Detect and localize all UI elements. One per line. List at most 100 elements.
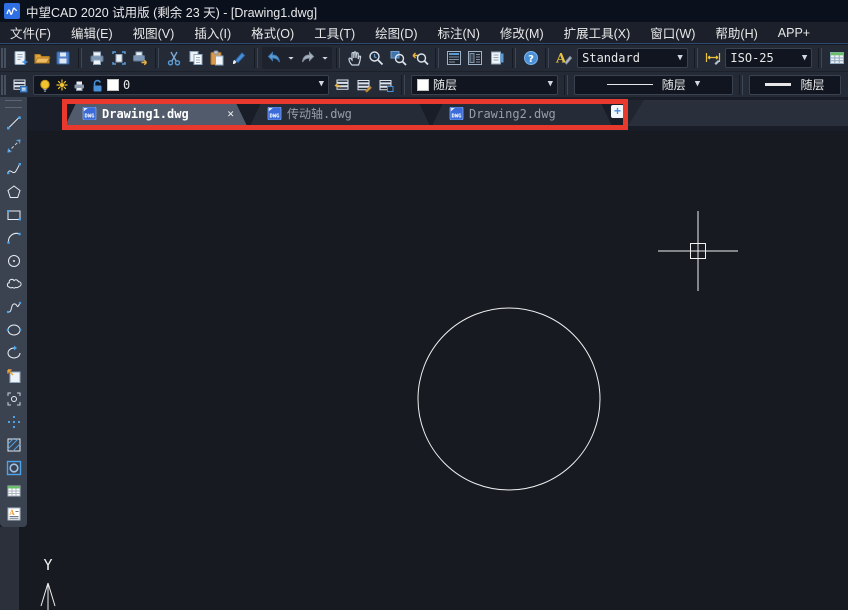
- polygon-tool-button[interactable]: [2, 180, 26, 203]
- lineweight-combo[interactable]: 随层: [749, 75, 841, 95]
- document-tab-drawing1-dwg[interactable]: DWGDrawing1.dwg✕: [65, 101, 247, 126]
- menu-item-help[interactable]: 帮助(H): [705, 22, 767, 43]
- line-tool-button[interactable]: [2, 111, 26, 134]
- print-button[interactable]: [86, 47, 108, 69]
- close-icon[interactable]: ✕: [224, 107, 237, 120]
- help-button[interactable]: ?: [520, 47, 542, 69]
- menu-item-dimension[interactable]: 标注(N): [428, 22, 490, 43]
- toolbar-separator: [155, 48, 159, 68]
- layer-unlock-icon[interactable]: [89, 78, 103, 92]
- title-bar: 中望CAD 2020 试用版 (剩余 23 天) - [Drawing1.dwg…: [0, 0, 848, 22]
- toolbar-separator: [401, 75, 405, 95]
- drawing-canvas[interactable]: Y: [0, 131, 848, 610]
- menu-item-window[interactable]: 窗口(W): [640, 22, 705, 43]
- layer-previous-button[interactable]: [331, 74, 353, 96]
- toolbar-grip[interactable]: [1, 75, 6, 95]
- menu-item-format[interactable]: 格式(O): [241, 22, 304, 43]
- design-center-button[interactable]: [464, 47, 486, 69]
- new-tab-button[interactable]: +: [611, 105, 624, 118]
- tab-label: 传动轴.dwg: [287, 105, 352, 122]
- menu-item-express[interactable]: 扩展工具(X): [554, 22, 641, 43]
- menu-item-draw[interactable]: 绘图(D): [365, 22, 427, 43]
- arc-icon: [5, 229, 23, 247]
- zoom-realtime-button[interactable]: [366, 47, 388, 69]
- rectangle-tool-button[interactable]: [2, 203, 26, 226]
- menu-item-file[interactable]: 文件(F): [0, 22, 61, 43]
- undo-icon: [265, 49, 283, 67]
- zoom-window-button[interactable]: [387, 47, 409, 69]
- insert-block-icon: [5, 367, 23, 385]
- text-style-button[interactable]: A: [553, 47, 575, 69]
- tool-palettes-button[interactable]: [486, 47, 508, 69]
- menu-bar: 文件(F)编辑(E)视图(V)插入(I)格式(O)工具(T)绘图(D)标注(N)…: [0, 22, 848, 44]
- palette-grip[interactable]: [5, 100, 22, 108]
- table-style-button[interactable]: [826, 47, 848, 69]
- make-block-tool-button[interactable]: [2, 387, 26, 410]
- dim-style-button[interactable]: [702, 47, 724, 69]
- save-file-button[interactable]: [52, 47, 74, 69]
- zoom-previous-button[interactable]: [409, 47, 431, 69]
- menu-item-app-plus[interactable]: APP+: [768, 22, 820, 43]
- help-icon: ?: [522, 49, 540, 67]
- svg-text:?: ?: [528, 54, 534, 65]
- table-icon: [5, 482, 23, 500]
- undo-button[interactable]: [263, 47, 285, 69]
- polyline-tool-button[interactable]: [2, 157, 26, 180]
- text-style-combo[interactable]: Standard▼: [577, 48, 688, 68]
- insert-block-tool-button[interactable]: [2, 364, 26, 387]
- layer-on-bulb-icon[interactable]: [38, 78, 52, 92]
- undo-history-dropdown[interactable]: [285, 47, 297, 69]
- menu-item-modify[interactable]: 修改(M): [490, 22, 554, 43]
- chevron-down-icon: ▼: [677, 54, 682, 63]
- spline-tool-button[interactable]: [2, 295, 26, 318]
- drawn-circle[interactable]: [418, 308, 600, 490]
- print-preview-button[interactable]: [108, 47, 130, 69]
- menu-item-tools[interactable]: 工具(T): [304, 22, 365, 43]
- redo-button[interactable]: [297, 47, 319, 69]
- donut-tool-button[interactable]: [2, 456, 26, 479]
- ellipse-arc-tool-button[interactable]: [2, 341, 26, 364]
- menu-item-view[interactable]: 视图(V): [123, 22, 185, 43]
- plot-button[interactable]: [129, 47, 151, 69]
- construction-line-tool-button[interactable]: [2, 134, 26, 157]
- layer-properties-manager-button[interactable]: [9, 74, 31, 96]
- color-combo[interactable]: 随层▼: [411, 75, 558, 95]
- current-linetype-value: 随层: [662, 76, 686, 93]
- polygon-icon: [5, 183, 23, 201]
- layer-combo[interactable]: 0▼: [33, 75, 329, 95]
- menu-item-insert[interactable]: 插入(I): [184, 22, 241, 43]
- svg-text:A: A: [8, 508, 15, 517]
- layer-states-button[interactable]: [353, 74, 375, 96]
- copy-button[interactable]: [185, 47, 207, 69]
- mtext-tool-button[interactable]: A: [2, 502, 26, 525]
- linetype-combo[interactable]: 随层▼: [574, 75, 733, 95]
- layer-color-swatch-icon[interactable]: [106, 78, 120, 92]
- menu-item-edit[interactable]: 编辑(E): [61, 22, 123, 43]
- new-file-button[interactable]: [9, 47, 31, 69]
- layer-plot-icon[interactable]: [72, 78, 86, 92]
- layer-translate-button[interactable]: [375, 74, 397, 96]
- properties-palette-button[interactable]: [443, 47, 465, 69]
- table-tool-button[interactable]: [2, 479, 26, 502]
- paste-button[interactable]: [207, 47, 229, 69]
- open-file-button[interactable]: [31, 47, 53, 69]
- toolbar-grip[interactable]: [1, 48, 6, 68]
- pan-button[interactable]: [344, 47, 366, 69]
- document-tab--dwg[interactable]: DWG传动轴.dwg: [250, 101, 430, 126]
- draw-tool-palette: A: [0, 97, 27, 527]
- document-tab-drawing2-dwg[interactable]: DWGDrawing2.dwg: [432, 101, 612, 126]
- toolbar-separator: [78, 48, 82, 68]
- layer-freeze-sun-icon[interactable]: [55, 78, 69, 92]
- chevron-down-icon: ▼: [548, 80, 553, 89]
- dim-style-combo[interactable]: ISO-25▼: [725, 48, 812, 68]
- circle-tool-button[interactable]: [2, 249, 26, 272]
- revision-cloud-tool-button[interactable]: [2, 272, 26, 295]
- linetype-sample: [607, 84, 653, 85]
- cut-button[interactable]: [163, 47, 185, 69]
- redo-history-dropdown[interactable]: [319, 47, 331, 69]
- ellipse-tool-button[interactable]: [2, 318, 26, 341]
- match-properties-button[interactable]: [228, 47, 250, 69]
- hatch-tool-button[interactable]: [2, 433, 26, 456]
- point-tool-button[interactable]: [2, 410, 26, 433]
- arc-tool-button[interactable]: [2, 226, 26, 249]
